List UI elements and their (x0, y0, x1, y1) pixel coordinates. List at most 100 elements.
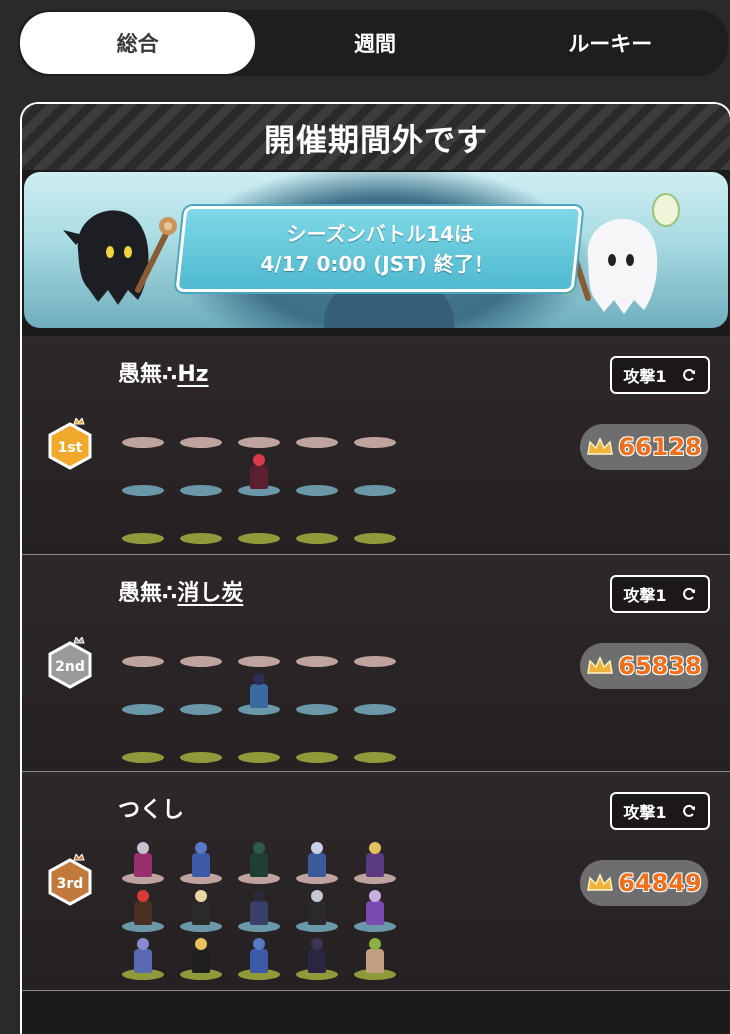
tab-weekly[interactable]: 週間 (257, 10, 492, 76)
attack-button-label: 攻撃1 (623, 367, 667, 386)
slot-pad (180, 704, 222, 715)
crown-icon (587, 656, 614, 674)
tab-rookie[interactable]: ルーキー (493, 10, 728, 76)
slot-pad (354, 437, 396, 448)
formation-slot (118, 719, 176, 767)
player-handle-link[interactable]: Hz (177, 362, 208, 387)
character-body (308, 853, 326, 877)
formation-slot (292, 452, 350, 500)
slot-pad (296, 656, 338, 667)
attack-button[interactable]: 攻撃1 (610, 356, 710, 394)
formation-slot (118, 452, 176, 500)
character-sprite (130, 842, 156, 880)
season-notice-line1: シーズンバトル14は (286, 222, 475, 246)
formation-slot (176, 719, 234, 767)
character-head (369, 938, 381, 950)
character-body (192, 949, 210, 973)
slot-pad (122, 533, 164, 544)
character-head (311, 842, 323, 854)
season-banner: シーズンバトル14は 4/17 0:00 (JST) 終了！ (24, 172, 728, 328)
character-body (134, 901, 152, 925)
character-head (253, 673, 265, 685)
character-head (137, 842, 149, 854)
slot-pad (122, 437, 164, 448)
player-handle-link[interactable]: 消し炭 (177, 581, 243, 606)
attack-button-label: 攻撃1 (623, 803, 667, 822)
refresh-icon (682, 368, 695, 381)
player-name[interactable]: つくし (118, 792, 184, 824)
character-sprite (304, 938, 330, 976)
medal-rank-label: 2nd (55, 659, 85, 675)
slot-pad (122, 656, 164, 667)
formation-slot (234, 500, 292, 548)
attack-button[interactable]: 攻撃1 (610, 575, 710, 613)
player-name[interactable]: 愚無∴Hz (118, 356, 209, 388)
character-sprite (188, 890, 214, 928)
formation-slot (234, 452, 292, 500)
character-body (250, 949, 268, 973)
slot-pad (354, 656, 396, 667)
formation-slot (118, 404, 176, 452)
ranking-row-2[interactable]: 愚無∴消し炭 攻撃1 2nd 65838 (22, 555, 730, 772)
character-body (250, 465, 268, 489)
formation-slot (350, 671, 408, 719)
formation-slot (292, 671, 350, 719)
ranking-tabs: 総合 週間 ルーキー (18, 10, 728, 76)
character-head (137, 890, 149, 902)
medal-crown (73, 418, 85, 425)
score-value: 65838 (618, 652, 702, 680)
player-name[interactable]: 愚無∴消し炭 (118, 575, 243, 607)
character-head (137, 938, 149, 950)
slot-pad (122, 704, 164, 715)
formation-slot (234, 671, 292, 719)
crown-icon (587, 873, 614, 891)
formation-slot (234, 840, 292, 888)
character-head (369, 842, 381, 854)
character-sprite (246, 454, 272, 492)
character-body (192, 901, 210, 925)
formation-slot (292, 936, 350, 984)
crown-icon (587, 437, 614, 455)
formation-slot (176, 888, 234, 936)
character-body (308, 901, 326, 925)
character-body (134, 853, 152, 877)
slot-pad (122, 752, 164, 763)
formation-slot (176, 840, 234, 888)
formation-slot (176, 500, 234, 548)
formation-slot (118, 888, 176, 936)
character-body (134, 949, 152, 973)
medal-rank-label: 1st (58, 440, 83, 456)
ranking-row-1[interactable]: 愚無∴Hz 攻撃1 1st 66128 (22, 336, 730, 555)
character-sprite (362, 938, 388, 976)
slot-pad (296, 752, 338, 763)
character-body (192, 853, 210, 877)
formation-slot (292, 840, 350, 888)
character-sprite (246, 673, 272, 711)
score-value: 64849 (618, 869, 702, 897)
formation-slot (176, 936, 234, 984)
formation-slot (176, 623, 234, 671)
rank-medal-1st-icon: 1st (48, 418, 92, 470)
slot-pad (354, 752, 396, 763)
tab-overall[interactable]: 総合 (20, 12, 256, 74)
slot-pad (238, 656, 280, 667)
attack-button[interactable]: 攻撃1 (610, 792, 710, 830)
formation-slot (292, 719, 350, 767)
character-sprite (130, 938, 156, 976)
rank-medal-3rd-icon: 3rd (48, 854, 92, 906)
character-body (308, 949, 326, 973)
formation-slot (350, 500, 408, 548)
character-body (250, 853, 268, 877)
formation-slot (118, 500, 176, 548)
character-sprite (362, 842, 388, 880)
formation-slot (176, 452, 234, 500)
ranking-row-3[interactable]: つくし 攻撃1 3rd 64849 (22, 772, 730, 991)
formation-slot (350, 936, 408, 984)
ranking-list: 愚無∴Hz 攻撃1 1st 66128 愚無∴消し炭 攻撃1 2nd 65838… (22, 336, 730, 991)
formation-slot (118, 936, 176, 984)
refresh-icon (682, 587, 695, 600)
formation-slot (176, 404, 234, 452)
formation-slot (350, 719, 408, 767)
character-head (195, 890, 207, 902)
ranking-panel: 開催期間外です シーズンバトル14は 4/17 0:00 (JST) 終了！ 愚… (20, 102, 730, 1034)
